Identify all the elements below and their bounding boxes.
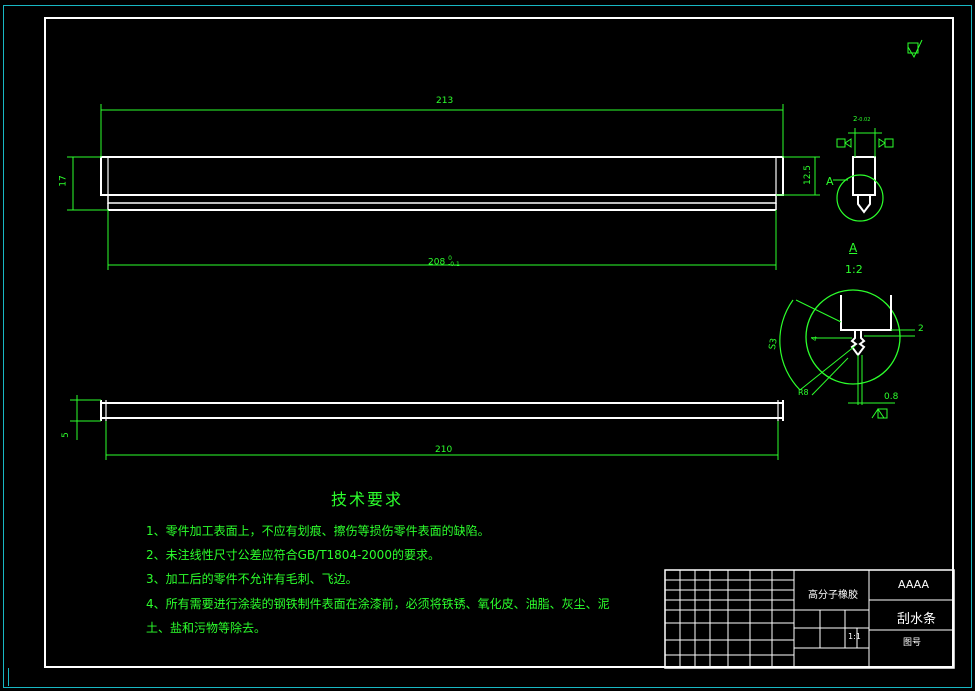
gdt-arrow-right <box>878 138 886 148</box>
side-profile <box>852 156 876 196</box>
detail-boundary <box>805 289 901 385</box>
detail-dim-4: 4 <box>810 335 820 342</box>
requirement-4: 4、所有需要进行涂装的钢铁制件表面在涂漆前，必须将铁锈、氧化皮、油脂、灰尘、泥 <box>146 597 610 611</box>
strip-lip <box>107 194 777 204</box>
gdt-flatness-right <box>884 138 894 148</box>
dim-5: 5 <box>60 432 71 438</box>
dim-208-tol: 0 -0.1 <box>448 256 460 268</box>
side-view <box>833 128 894 222</box>
front-view <box>100 156 784 211</box>
detail-dim-s: S3 <box>767 337 780 351</box>
detail-dim-2: 2 <box>918 324 924 334</box>
top-view-dimensions <box>70 395 779 460</box>
dim-12-5: 12.5 <box>803 164 814 186</box>
roughness-symbol <box>907 39 923 59</box>
ucs-icon <box>8 668 19 686</box>
requirement-4-cont: 土、盐和污物等除去。 <box>146 621 267 635</box>
tb-code: AAAA <box>898 578 930 591</box>
detail-s-leader1 <box>795 299 842 323</box>
front-dimensions <box>67 104 820 270</box>
dim-208-tol-lower: -0.1 <box>448 261 460 268</box>
dim-208: 208 0 -0.1 <box>428 256 460 268</box>
detail-lip <box>850 330 866 357</box>
strip-body <box>100 156 784 196</box>
tb-material: 高分子橡胶 <box>808 590 858 601</box>
dim-208-value: 208 <box>428 257 446 268</box>
detail-s-arc <box>779 299 801 391</box>
detail-dim-r8: R8 <box>798 388 809 397</box>
gdt-arrow-left <box>844 138 852 148</box>
dim-213: 213 <box>436 96 454 106</box>
detail-dim-08: 0.8 <box>884 392 899 402</box>
requirement-3: 3、加工后的零件不允许有毛刺、飞边。 <box>146 572 358 586</box>
gdt-flatness-left <box>836 138 846 148</box>
dim-17: 17 <box>58 175 69 187</box>
side-lip <box>857 195 871 214</box>
requirements-title: 技术要求 <box>331 490 404 509</box>
requirement-2: 2、未注线性尺寸公差应符合GB/T1804-2000的要求。 <box>146 548 440 562</box>
tb-scale: 1:1 <box>848 632 861 641</box>
detail-circle-a <box>836 174 884 222</box>
dim-side-tol: -0.02 <box>857 117 871 123</box>
section-label-a: A <box>826 175 834 188</box>
top-view <box>100 400 784 421</box>
tb-drawing-no: 图号 <box>903 638 922 648</box>
requirement-1: 1、零件加工表面上，不应有划痕、擦伤等损伤零件表面的缺陷。 <box>146 524 490 538</box>
tb-left-grid <box>665 570 794 668</box>
tb-part-name: 刮水条 <box>897 612 937 627</box>
section-view-label: A <box>849 241 858 255</box>
dim-side-top: 2-0.02 <box>853 115 870 123</box>
cad-drawing: 213 208 0 -0.1 17 12.5 210 5 2-0.02 A A … <box>0 0 975 691</box>
dim-210: 210 <box>435 445 453 455</box>
detail-body <box>840 295 892 331</box>
section-view-scale: 1:2 <box>845 263 863 276</box>
